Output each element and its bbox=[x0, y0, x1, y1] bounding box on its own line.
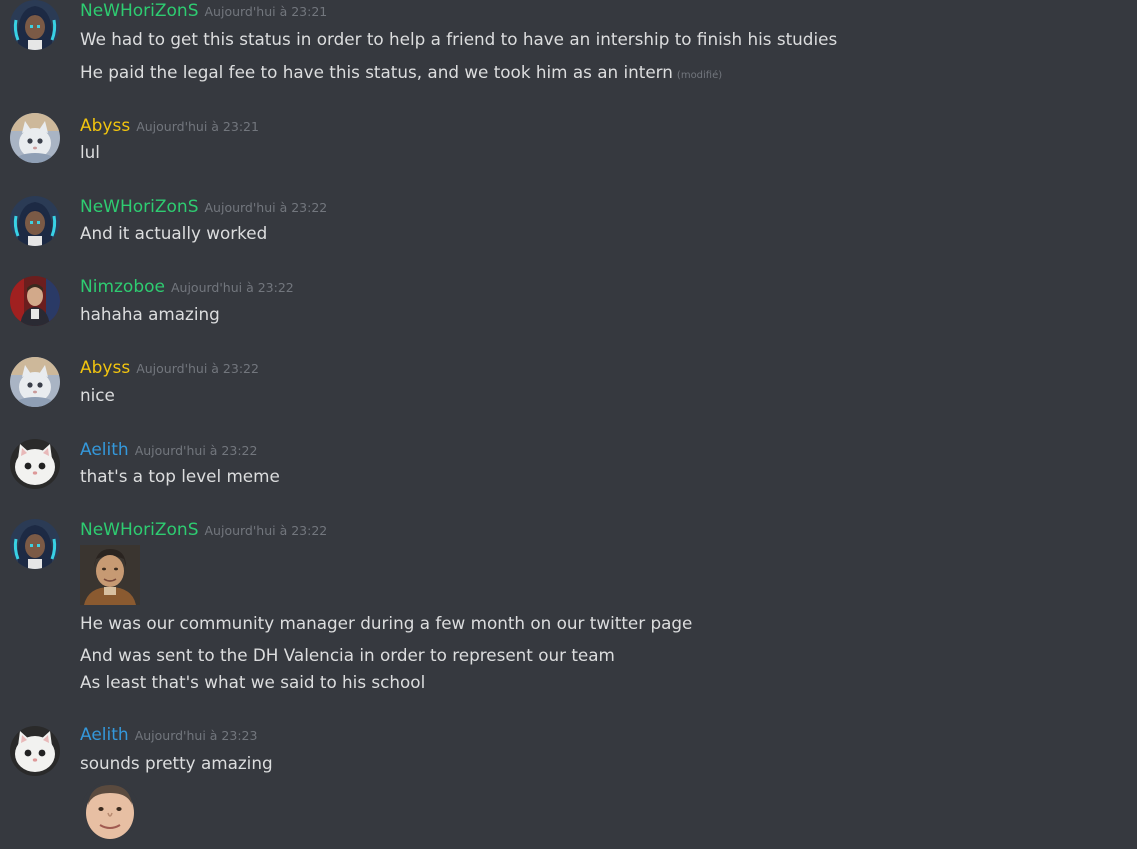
message-header: NeWHoriZonS Aujourd'hui à 23:22 bbox=[80, 519, 327, 542]
timestamp: Aujourd'hui à 23:22 bbox=[204, 523, 328, 538]
username[interactable]: Aelith bbox=[80, 725, 129, 745]
username[interactable]: NeWHoriZonS bbox=[80, 1, 199, 21]
message-text: nice bbox=[80, 385, 115, 405]
user-avatar[interactable] bbox=[10, 113, 60, 163]
message-text: As least that's what we said to his scho… bbox=[80, 672, 426, 692]
user-avatar[interactable] bbox=[10, 357, 60, 407]
cat-avatar-icon bbox=[10, 357, 60, 407]
message-header: Nimzoboe Aujourd'hui à 23:22 bbox=[80, 276, 294, 299]
message-header: Aelith Aujourd'hui à 23:23 bbox=[80, 724, 257, 747]
message-text: We had to get this status in order to he… bbox=[80, 29, 838, 49]
message-text: that's a top level meme bbox=[80, 466, 280, 486]
white-kitten-avatar-icon bbox=[10, 439, 60, 489]
username[interactable]: Nimzoboe bbox=[80, 277, 165, 297]
person-photo-avatar-icon bbox=[10, 276, 60, 326]
username[interactable]: Abyss bbox=[80, 116, 130, 136]
timestamp: Aujourd'hui à 23:22 bbox=[136, 361, 259, 376]
timestamp: Aujourd'hui à 23:22 bbox=[204, 200, 328, 215]
user-avatar[interactable] bbox=[10, 196, 60, 246]
edited-label: (modifié) bbox=[676, 70, 723, 81]
man-portrait-emote-icon bbox=[80, 545, 140, 605]
message-text: hahaha amazing bbox=[80, 304, 220, 324]
cat-avatar-icon bbox=[10, 113, 60, 163]
message-text: And it actually worked bbox=[80, 223, 268, 243]
message-header: NeWHoriZonS Aujourd'hui à 23:21 bbox=[80, 0, 327, 23]
message-header: NeWHoriZonS Aujourd'hui à 23:22 bbox=[80, 196, 327, 219]
user-avatar[interactable] bbox=[10, 519, 60, 569]
timestamp: Aujourd'hui à 23:22 bbox=[170, 280, 294, 295]
white-kitten-avatar-icon bbox=[10, 726, 60, 776]
message-header: Aelith Aujourd'hui à 23:22 bbox=[80, 439, 257, 462]
message-text: He paid the legal fee to have this statu… bbox=[80, 62, 673, 82]
user-avatar[interactable] bbox=[10, 439, 60, 489]
message-header: Abyss Aujourd'hui à 23:21 bbox=[80, 115, 259, 138]
message-header: Abyss Aujourd'hui à 23:22 bbox=[80, 357, 259, 380]
message-text: lul bbox=[80, 142, 100, 162]
username[interactable]: Abyss bbox=[80, 358, 130, 378]
timestamp: Aujourd'hui à 23:23 bbox=[134, 728, 258, 743]
message-text: sounds pretty amazing bbox=[80, 753, 273, 773]
username[interactable]: NeWHoriZonS bbox=[80, 197, 199, 217]
user-avatar[interactable] bbox=[10, 276, 60, 326]
anime-character-avatar-icon bbox=[10, 0, 60, 50]
face-emote-icon bbox=[81, 782, 139, 840]
timestamp: Aujourd'hui à 23:22 bbox=[134, 443, 258, 458]
username[interactable]: Aelith bbox=[80, 440, 129, 460]
custom-emote[interactable] bbox=[80, 781, 140, 841]
timestamp: Aujourd'hui à 23:21 bbox=[204, 4, 328, 19]
username[interactable]: NeWHoriZonS bbox=[80, 520, 199, 540]
message-text: He was our community manager during a fe… bbox=[80, 613, 693, 633]
user-avatar[interactable] bbox=[10, 0, 60, 50]
anime-character-avatar-icon bbox=[10, 519, 60, 569]
user-avatar[interactable] bbox=[10, 726, 60, 776]
custom-emote[interactable] bbox=[80, 545, 140, 605]
timestamp: Aujourd'hui à 23:21 bbox=[136, 119, 259, 134]
message-text: And was sent to the DH Valencia in order… bbox=[80, 645, 615, 665]
message-text-line: He paid the legal fee to have this statu… bbox=[80, 61, 722, 87]
anime-character-avatar-icon bbox=[10, 196, 60, 246]
